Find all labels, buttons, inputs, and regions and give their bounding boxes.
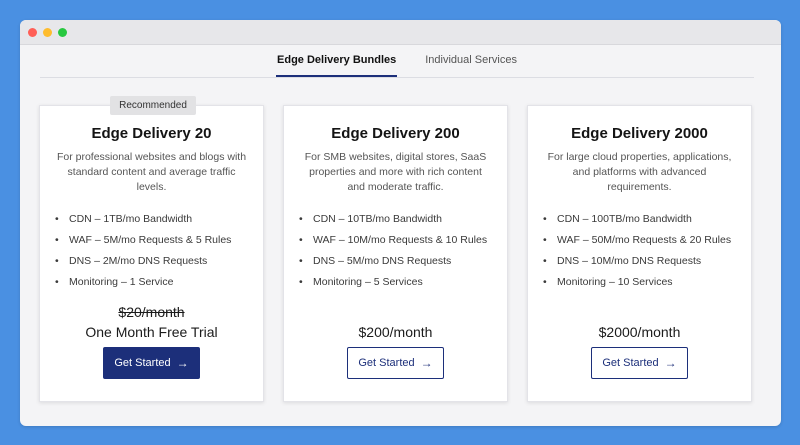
arrow-right-icon: → bbox=[176, 356, 189, 370]
plan-title: Edge Delivery 20 bbox=[91, 125, 212, 142]
original-price: $20/month bbox=[118, 304, 185, 320]
window-titlebar bbox=[20, 20, 781, 45]
arrow-right-icon: → bbox=[420, 356, 433, 370]
button-label: Get Started bbox=[602, 357, 659, 369]
feature-text: CDN – 100TB/mo Bandwidth bbox=[557, 213, 692, 225]
maximize-window-icon[interactable] bbox=[58, 27, 67, 37]
plan-tabs: Edge Delivery Bundles Individual Service… bbox=[40, 44, 754, 78]
bullet-icon: • bbox=[543, 213, 547, 225]
bullet-icon: • bbox=[55, 276, 59, 288]
bullet-icon: • bbox=[543, 276, 547, 288]
tab-individual-services[interactable]: Individual Services bbox=[424, 44, 518, 77]
plan-price: One Month Free Trial bbox=[85, 324, 218, 340]
bullet-icon: • bbox=[55, 255, 59, 267]
feature-item: • CDN – 10TB/mo Bandwidth bbox=[299, 209, 501, 230]
plan-card-edge-delivery-20: Recommended Edge Delivery 20 For profess… bbox=[39, 96, 264, 402]
bullet-icon: • bbox=[543, 255, 547, 267]
feature-text: DNS – 10M/mo DNS Requests bbox=[557, 255, 702, 267]
button-label: Get Started bbox=[358, 357, 415, 369]
plan-title: Edge Delivery 200 bbox=[331, 125, 460, 142]
feature-item: • WAF – 10M/mo Requests & 10 Rules bbox=[299, 230, 501, 251]
feature-text: WAF – 50M/mo Requests & 20 Rules bbox=[557, 234, 732, 246]
plan-price: $200/month bbox=[358, 324, 433, 340]
feature-text: Monitoring – 5 Services bbox=[313, 276, 423, 288]
feature-item: • CDN – 1TB/mo Bandwidth bbox=[55, 209, 257, 230]
feature-item: • Monitoring – 10 Services bbox=[543, 272, 745, 293]
feature-item: • WAF – 5M/mo Requests & 5 Rules bbox=[55, 230, 257, 251]
feature-text: WAF – 10M/mo Requests & 10 Rules bbox=[313, 234, 488, 246]
feature-item: • WAF – 50M/mo Requests & 20 Rules bbox=[543, 230, 745, 251]
browser-window: Edge Delivery Bundles Individual Service… bbox=[20, 20, 781, 426]
feature-item: • Monitoring – 1 Service bbox=[55, 272, 257, 293]
get-started-button[interactable]: Get Started → bbox=[347, 347, 444, 379]
feature-list: • CDN – 1TB/mo Bandwidth • WAF – 5M/mo Req… bbox=[55, 209, 257, 293]
get-started-button[interactable]: Get Started → bbox=[591, 347, 688, 379]
plan-description: For large cloud properties, applications… bbox=[547, 151, 732, 193]
bullet-icon: • bbox=[299, 213, 303, 225]
feature-list: • CDN – 10TB/mo Bandwidth • WAF – 10M/mo R… bbox=[299, 209, 501, 293]
bullet-icon: • bbox=[55, 213, 59, 225]
plan-description: For SMB websites, digital stores, SaaS p… bbox=[304, 151, 487, 193]
button-label: Get Started bbox=[114, 357, 171, 369]
plan-card-edge-delivery-2000: Edge Delivery 2000 For large cloud prope… bbox=[527, 105, 752, 402]
feature-item: • DNS – 10M/mo DNS Requests bbox=[543, 251, 745, 272]
feature-item: • DNS – 5M/mo DNS Requests bbox=[299, 251, 501, 272]
feature-item: • CDN – 100TB/mo Bandwidth bbox=[543, 209, 745, 230]
close-window-icon[interactable] bbox=[28, 27, 37, 37]
recommended-badge: Recommended bbox=[110, 96, 196, 115]
plan-title: Edge Delivery 2000 bbox=[571, 125, 708, 142]
feature-text: Monitoring – 10 Services bbox=[557, 276, 673, 288]
plan-price: $2000/month bbox=[598, 324, 681, 340]
feature-text: DNS – 2M/mo DNS Requests bbox=[69, 255, 208, 267]
bullet-icon: • bbox=[299, 276, 303, 288]
plan-description: For professional websites and blogs with… bbox=[56, 151, 247, 193]
tab-edge-delivery-bundles[interactable]: Edge Delivery Bundles bbox=[276, 44, 398, 77]
feature-text: WAF – 5M/mo Requests & 5 Rules bbox=[69, 234, 232, 246]
arrow-right-icon: → bbox=[664, 356, 677, 370]
feature-text: CDN – 1TB/mo Bandwidth bbox=[69, 213, 193, 225]
get-started-button[interactable]: Get Started → bbox=[103, 347, 200, 379]
feature-item: • DNS – 2M/mo DNS Requests bbox=[55, 251, 257, 272]
feature-list: • CDN – 100TB/mo Bandwidth • WAF – 50M/mo … bbox=[543, 209, 745, 293]
feature-item: • Monitoring – 5 Services bbox=[299, 272, 501, 293]
feature-text: DNS – 5M/mo DNS Requests bbox=[313, 255, 452, 267]
bullet-icon: • bbox=[299, 234, 303, 246]
minimize-window-icon[interactable] bbox=[43, 27, 52, 37]
bullet-icon: • bbox=[299, 255, 303, 267]
feature-text: CDN – 10TB/mo Bandwidth bbox=[313, 213, 442, 225]
plan-card-edge-delivery-200: Edge Delivery 200 For SMB websites, digi… bbox=[283, 105, 508, 402]
bullet-icon: • bbox=[543, 234, 547, 246]
bullet-icon: • bbox=[55, 234, 59, 246]
feature-text: Monitoring – 1 Service bbox=[69, 276, 174, 288]
